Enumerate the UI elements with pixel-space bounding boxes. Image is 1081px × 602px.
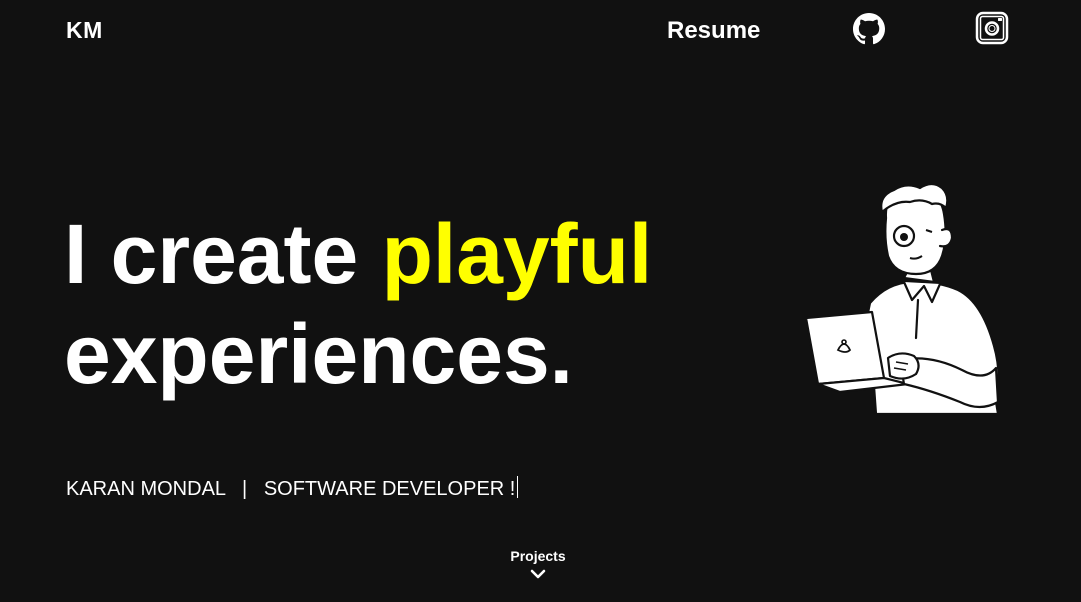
logo[interactable]: KM <box>66 17 103 44</box>
instagram-link[interactable] <box>975 11 1009 45</box>
resume-link[interactable]: Resume <box>667 17 760 45</box>
headline-accent-word: playful <box>381 207 653 301</box>
headline-line-2: experiences. <box>64 307 574 401</box>
hero-subtitle: KARAN MONDAL | SOFTWARE DEVELOPER ! <box>66 476 519 501</box>
projects-scroll-link[interactable]: Projects <box>490 548 586 580</box>
developer-illustration <box>800 178 1010 418</box>
projects-label: Projects <box>510 548 566 564</box>
typing-caret <box>517 476 519 498</box>
subtitle-text: KARAN MONDAL | SOFTWARE DEVELOPER ! <box>66 478 516 500</box>
github-icon <box>853 13 885 45</box>
chevron-down-icon <box>530 569 546 579</box>
headline-line-1: I create playful <box>64 204 652 304</box>
instagram-icon <box>975 11 1009 45</box>
github-link[interactable] <box>853 13 885 45</box>
hero-headline: I create playful experiences. <box>64 204 652 404</box>
developer-with-laptop-illustration <box>804 182 1000 416</box>
headline-text: I create <box>64 207 359 301</box>
